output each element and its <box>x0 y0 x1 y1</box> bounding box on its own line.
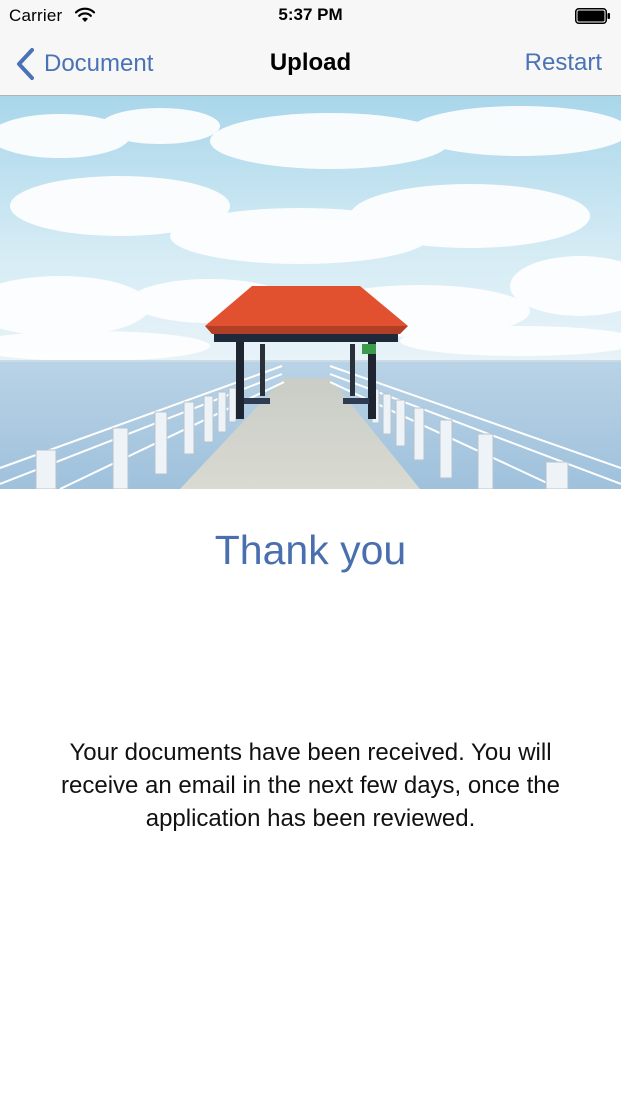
hero-image <box>0 96 621 489</box>
thank-you-heading: Thank you <box>214 527 407 573</box>
pier-gazebo-photo <box>0 96 621 489</box>
restart-button[interactable]: Restart <box>525 49 602 77</box>
navigation-bar: Document Upload Restart <box>0 34 621 96</box>
battery-icon <box>575 8 610 24</box>
clock: 5:37 PM <box>278 5 343 24</box>
confirmation-message: Your documents have been received. You w… <box>61 739 560 832</box>
status-bar: Carrier 5:37 PM <box>0 0 621 34</box>
